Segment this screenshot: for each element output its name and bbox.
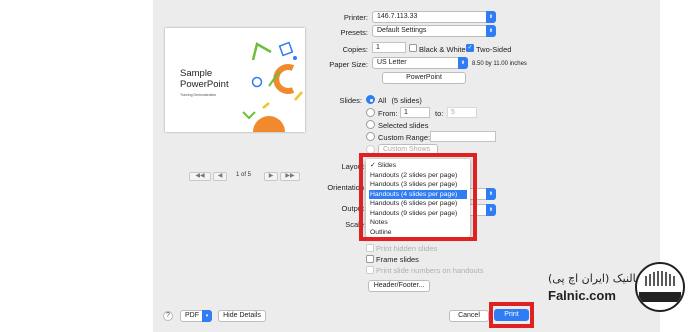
slides-all-text: All (5 slides): [378, 96, 422, 105]
custom-range-label: Custom Range:: [378, 133, 431, 142]
printer-select[interactable]: 146.7.113.33 ⬍: [372, 11, 496, 23]
updown-arrows-icon: ⬍: [486, 25, 496, 37]
last-page-button[interactable]: ▶▶: [280, 172, 300, 181]
paper-size-label: Paper Size:: [329, 60, 368, 69]
print-button[interactable]: Print: [494, 309, 529, 321]
pdf-menu-button[interactable]: PDF ▾: [180, 310, 212, 322]
slides-to-label: to:: [435, 109, 444, 118]
brand-name-persian: فالنیک (ایران اچ پی): [548, 272, 642, 285]
menu-highlight-frame: [359, 153, 477, 241]
paper-size-value: US Letter: [377, 59, 407, 66]
custom-range-field[interactable]: [430, 131, 496, 142]
selected-slides-radio[interactable]: [366, 120, 375, 129]
presets-label: Presets:: [340, 28, 368, 37]
updown-arrows-icon: ⬍: [486, 204, 496, 216]
scale-label: Scale: [345, 220, 364, 229]
presets-select[interactable]: Default Settings ⬍: [372, 25, 496, 37]
layout-label: Layout: [341, 162, 364, 171]
two-sided-checkbox[interactable]: ✓: [466, 44, 474, 52]
slides-label: Slides:: [339, 96, 362, 105]
output-label: Output: [341, 204, 364, 213]
black-white-label: Black & White: [419, 45, 466, 54]
prev-page-button[interactable]: ◀: [213, 172, 227, 181]
slide-preview: Sample PowerPoint Training Demonstration: [165, 28, 305, 132]
print-hidden-checkbox[interactable]: [366, 244, 374, 252]
cancel-button[interactable]: Cancel: [449, 310, 489, 322]
slides-to-field[interactable]: 5: [447, 107, 477, 118]
slides-from-radio[interactable]: [366, 108, 375, 117]
print-hidden-label: Print hidden slides: [376, 244, 438, 253]
slide-title-line1: Sample: [180, 68, 213, 79]
slides-all-count: (5 slides): [391, 96, 422, 105]
brand-logo-icon: [639, 271, 681, 302]
slides-from-label: From:: [378, 109, 398, 118]
slide-subtitle: Training Demonstration: [180, 93, 217, 97]
hide-details-button[interactable]: Hide Details: [218, 310, 266, 322]
custom-range-radio[interactable]: [366, 132, 375, 141]
brand-url: Falnic.com: [548, 288, 616, 303]
frame-slides-label: Frame slides: [376, 255, 419, 264]
slides-from-field[interactable]: 1: [400, 107, 430, 118]
frame-slides-checkbox[interactable]: [366, 255, 374, 263]
selected-slides-label: Selected slides: [378, 121, 429, 130]
updown-arrows-icon: ⬍: [486, 11, 496, 23]
paper-dimensions: 8.50 by 11.00 inches: [472, 61, 527, 67]
brand-logo: [635, 262, 685, 312]
updown-arrows-icon: ⬍: [486, 188, 496, 200]
header-footer-button[interactable]: Header/Footer...: [368, 280, 430, 292]
printer-label: Printer:: [343, 13, 368, 22]
black-white-checkbox[interactable]: [409, 44, 417, 52]
presets-value: Default Settings: [377, 27, 427, 34]
paper-size-select[interactable]: US Letter ⬍: [372, 57, 468, 69]
copies-field[interactable]: 1: [372, 42, 406, 53]
slides-all-label: All: [378, 96, 387, 105]
app-section-select[interactable]: PowerPoint: [382, 72, 466, 84]
slide-numbers-label: Print slide numbers on handouts: [376, 266, 484, 275]
two-sided-label: Two-Sided: [476, 45, 512, 54]
help-button[interactable]: ?: [163, 311, 173, 321]
updown-arrows-icon: ⬍: [458, 57, 468, 69]
first-page-button[interactable]: ◀◀: [189, 172, 211, 181]
chevron-down-icon: ▾: [202, 310, 212, 322]
slide-numbers-checkbox[interactable]: [366, 266, 374, 274]
printer-value: 146.7.113.33: [377, 13, 418, 20]
app-section-value: PowerPoint: [406, 74, 442, 81]
pdf-label: PDF: [185, 312, 199, 319]
orientation-label: Orientation: [327, 183, 364, 192]
copies-label: Copies:: [342, 45, 368, 54]
slide-title-line2: PowerPoint: [180, 79, 229, 90]
custom-shows-label: Custom Shows: [383, 146, 431, 153]
slides-all-radio[interactable]: [366, 95, 375, 104]
page-indicator: 1 of 5: [236, 172, 252, 178]
next-page-button[interactable]: ▶: [264, 172, 278, 181]
